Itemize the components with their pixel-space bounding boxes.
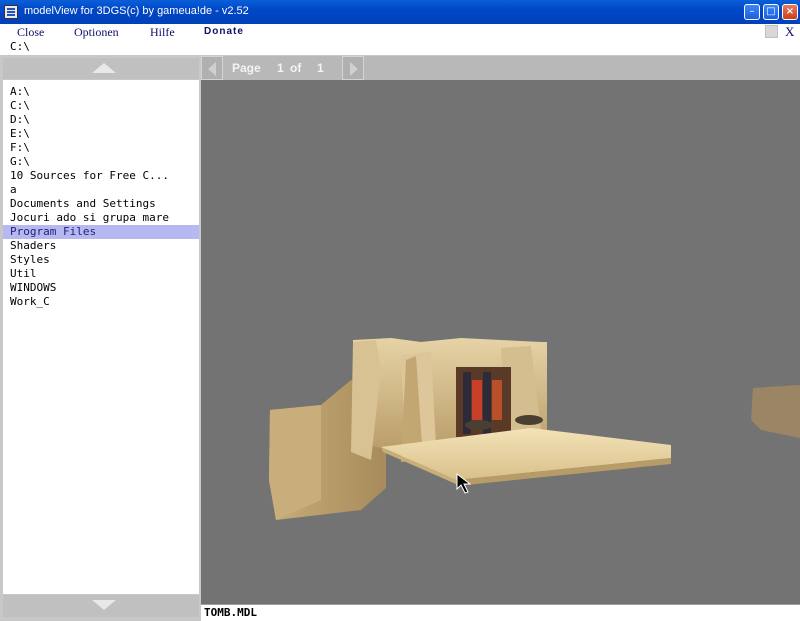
page-total: 1	[317, 61, 324, 75]
close-window-button[interactable]: ×	[782, 4, 798, 20]
model-render[interactable]	[201, 80, 800, 604]
page-current: 1	[277, 61, 284, 75]
file-list-item[interactable]: A:\	[3, 85, 199, 99]
pager: Page 1 of 1	[201, 56, 800, 80]
page-indicator: Page 1 of 1	[226, 56, 341, 80]
file-list-item[interactable]: WINDOWS	[3, 281, 199, 295]
prev-page-button[interactable]	[201, 56, 223, 80]
restore-icon[interactable]	[765, 25, 778, 38]
maximize-button[interactable]: □	[763, 4, 779, 20]
next-page-button[interactable]	[342, 56, 364, 80]
file-browser-panel: A:\ C:\ D:\ E:\ F:\ G:\ 10 Sources for Free C.…	[0, 56, 201, 621]
title-bar: modelView for 3DGS(c) by gameua!de - v2.…	[0, 0, 800, 24]
window-title: modelView for 3DGS(c) by gameua!de - v2.…	[24, 5, 249, 17]
menu-help[interactable]: Hilfe	[150, 25, 175, 40]
file-list-item[interactable]: D:\	[3, 113, 199, 127]
file-list-item[interactable]: 10 Sources for Free C...	[3, 169, 199, 183]
file-list-item[interactable]: a	[3, 183, 199, 197]
file-list: A:\ C:\ D:\ E:\ F:\ G:\ 10 Sources for Free C.…	[3, 80, 199, 594]
file-list-item[interactable]: E:\	[3, 127, 199, 141]
file-list-item[interactable]: G:\	[3, 155, 199, 169]
current-path: C:\	[10, 40, 30, 53]
menu-close[interactable]: Close	[17, 25, 44, 40]
status-bar: TOMB.MDL	[201, 604, 800, 621]
file-list-item[interactable]: Documents and Settings	[3, 197, 199, 211]
page-label: Page	[232, 61, 261, 75]
file-list-item[interactable]: C:\	[3, 99, 199, 113]
menu-options[interactable]: Optionen	[74, 25, 119, 40]
menu-bar: Close Optionen Hilfe Donate X	[0, 24, 800, 40]
page-of: of	[290, 61, 302, 75]
scroll-down-button[interactable]	[3, 595, 199, 617]
model-viewport[interactable]: Page 1 of 1	[201, 56, 800, 604]
minimize-button[interactable]: –	[744, 4, 760, 20]
path-bar: C:\	[0, 40, 800, 56]
tomb-model	[269, 338, 671, 520]
file-list-item[interactable]: F:\	[3, 141, 199, 155]
file-list-item[interactable]: Jocuri ado si grupa mare	[3, 211, 199, 225]
menu-donate[interactable]: Donate	[204, 26, 244, 37]
scroll-up-button[interactable]	[3, 58, 199, 79]
file-list-item[interactable]: Util	[3, 267, 199, 281]
file-list-item[interactable]: Work_C	[3, 295, 199, 309]
file-list-item[interactable]: Styles	[3, 253, 199, 267]
file-list-item[interactable]: Program Files	[3, 225, 199, 239]
side-block	[751, 385, 800, 438]
model-filename: TOMB.MDL	[204, 606, 257, 619]
close-app-button[interactable]: X	[785, 24, 794, 40]
app-icon[interactable]	[4, 5, 18, 19]
file-list-item[interactable]: Shaders	[3, 239, 199, 253]
